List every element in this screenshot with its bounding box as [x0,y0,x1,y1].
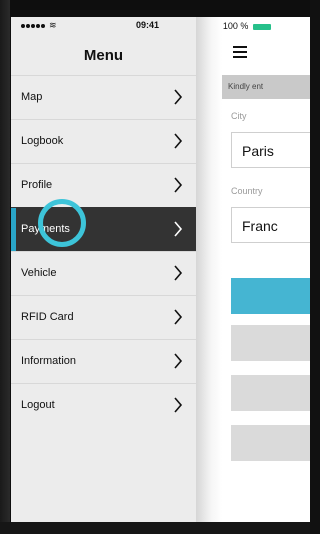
info-banner: Kindly ent [222,75,310,99]
menu-item-vehicle[interactable]: Vehicle [11,251,196,296]
chevron-right-icon [174,89,183,105]
menu-item-rfid-card[interactable]: RFID Card [11,295,196,340]
hamburger-icon[interactable] [233,46,247,58]
chevron-right-icon [174,221,183,237]
status-time: 09:41 [136,20,160,30]
banner-text: Kindly ent [228,82,264,91]
drawer-shadow [196,17,222,522]
menu-title: Menu [83,47,124,64]
city-label: City [231,111,247,121]
screen: ➚ ᛒ 100 % Kindly ent City Paris Country … [11,17,310,522]
signal-icon: ≋ [21,20,57,31]
menu-item-logbook[interactable]: Logbook [11,119,196,164]
menu-item-label: Logout [21,399,55,411]
wifi-icon: ≋ [49,20,57,30]
chevron-right-icon [174,265,183,281]
menu-item-profile[interactable]: Profile [11,163,196,208]
secondary-button-3[interactable] [231,425,310,461]
active-indicator [11,208,16,252]
country-label: Country [231,186,263,196]
navigation-drawer: ≋ 09:41 Menu Map Logbook Profile Payment… [11,17,196,522]
secondary-button-2[interactable] [231,375,310,411]
primary-button[interactable] [231,278,310,314]
battery-icon [252,23,271,30]
country-field[interactable]: Franc [231,207,310,243]
device-edge-bottom [0,522,310,534]
menu-item-label: Logbook [21,135,64,147]
battery-percent: 100 % [222,21,249,31]
chevron-right-icon [174,177,183,193]
chevron-right-icon [174,397,183,413]
menu-item-logout[interactable]: Logout [11,383,196,428]
menu-item-label: Map [21,91,43,103]
device-edge [0,0,10,534]
device-frame: ➚ ᛒ 100 % Kindly ent City Paris Country … [0,0,310,534]
menu-item-label: Vehicle [21,267,57,279]
menu-item-label: Profile [21,179,53,191]
menu-item-map[interactable]: Map [11,75,196,120]
chevron-right-icon [174,353,183,369]
chevron-right-icon [174,309,183,325]
status-bar: ≋ 09:41 [11,17,196,37]
menu-item-label: Information [21,355,77,367]
menu-item-label: RFID Card [21,311,74,323]
secondary-button-1[interactable] [231,325,310,361]
chevron-right-icon [174,133,183,149]
city-field[interactable]: Paris [231,132,310,168]
menu-item-information[interactable]: Information [11,339,196,384]
touch-indicator [38,199,86,247]
city-value: Paris [242,143,274,159]
country-value: Franc [242,218,278,234]
